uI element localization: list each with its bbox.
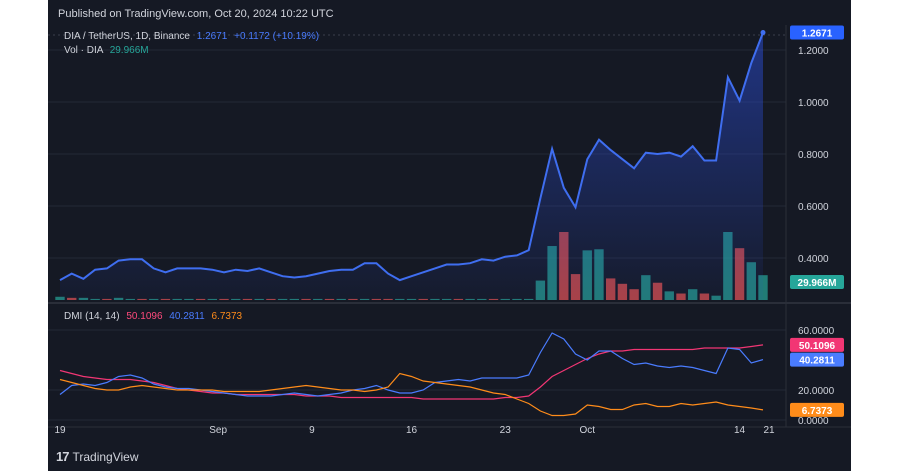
- price-tick-label: 0.6000: [798, 202, 829, 213]
- price-area: [59, 30, 766, 300]
- dmi-minus-badge-text: 40.2811: [799, 356, 835, 367]
- last-price-badge: 1.2671: [790, 25, 844, 40]
- time-tick-label: 9: [309, 425, 315, 436]
- dmi-tick-label: 20.0000: [798, 386, 835, 397]
- dmi-lines: [59, 332, 764, 417]
- dmi-legend: DMI (14, 14) 50.1096 40.2811 6.7373: [64, 311, 242, 322]
- tradingview-logo-icon: 17: [56, 449, 70, 464]
- volume-label[interactable]: Vol · DIA: [64, 45, 103, 56]
- volume-value: 29.966M: [109, 45, 149, 56]
- symbol-label[interactable]: DIA / TetherUS, 1D, Binance: [64, 31, 190, 42]
- adx-value: 6.7373: [211, 311, 243, 322]
- adx-line: [59, 372, 764, 417]
- adx-badge: 6.7373: [790, 402, 844, 417]
- last-price-badge-text: 1.2671: [802, 29, 833, 40]
- tradingview-logo[interactable]: 17 TradingView: [56, 449, 139, 464]
- volume-legend: Vol · DIA 29.966M: [64, 45, 149, 56]
- price-change: +0.1172 (+10.19%): [234, 31, 320, 42]
- time-tick-label: 16: [406, 425, 418, 436]
- dmi-minus-value: 40.2811: [169, 311, 205, 322]
- time-tick-label: 23: [500, 425, 512, 436]
- time-tick-label: Oct: [579, 425, 595, 436]
- dmi-plus-badge: 50.1096: [790, 337, 844, 352]
- price-tick-label: 0.8000: [798, 150, 829, 161]
- dmi-plus-badge-text: 50.1096: [799, 341, 836, 352]
- time-tick-label: 14: [734, 425, 746, 436]
- dmi-minus-line: [59, 332, 764, 397]
- chart-frame: Published on TradingView.com, Oct 20, 20…: [48, 0, 851, 471]
- value-labels: 1.2671 29.966M 50.1096 40.2811 6.7373: [790, 25, 844, 417]
- price-tick-label: 0.4000: [798, 254, 829, 265]
- price-value: 1.2671: [196, 31, 228, 42]
- volume-badge-text: 29.966M: [798, 278, 837, 289]
- time-tick-label: 19: [54, 425, 66, 436]
- dmi-label[interactable]: DMI (14, 14): [64, 311, 120, 322]
- dmi-minus-badge: 40.2811: [790, 352, 844, 367]
- chart-canvas[interactable]: 1.2000 1.0000 0.8000 0.6000 0.4000 60.0000 20.…: [48, 0, 851, 471]
- price-legend: DIA / TetherUS, 1D, Binance 1.2671 +0.11…: [64, 31, 319, 42]
- price-tick-label: 1.2000: [798, 46, 829, 57]
- price-tick-label: 1.0000: [798, 98, 829, 109]
- brand-label: TradingView: [72, 449, 139, 464]
- volume-badge: 29.966M: [790, 275, 844, 289]
- time-tick-label: Sep: [209, 425, 227, 436]
- last-price-dot: [760, 30, 766, 36]
- dmi-tick-label: 0.0000: [798, 416, 829, 427]
- dmi-plus-line: [59, 344, 764, 400]
- adx-badge-text: 6.7373: [802, 406, 833, 417]
- time-tick-label: 21: [763, 425, 775, 436]
- dmi-plus-value: 50.1096: [126, 311, 163, 322]
- price-area-fill: [60, 32, 763, 300]
- dmi-tick-label: 60.0000: [798, 326, 835, 337]
